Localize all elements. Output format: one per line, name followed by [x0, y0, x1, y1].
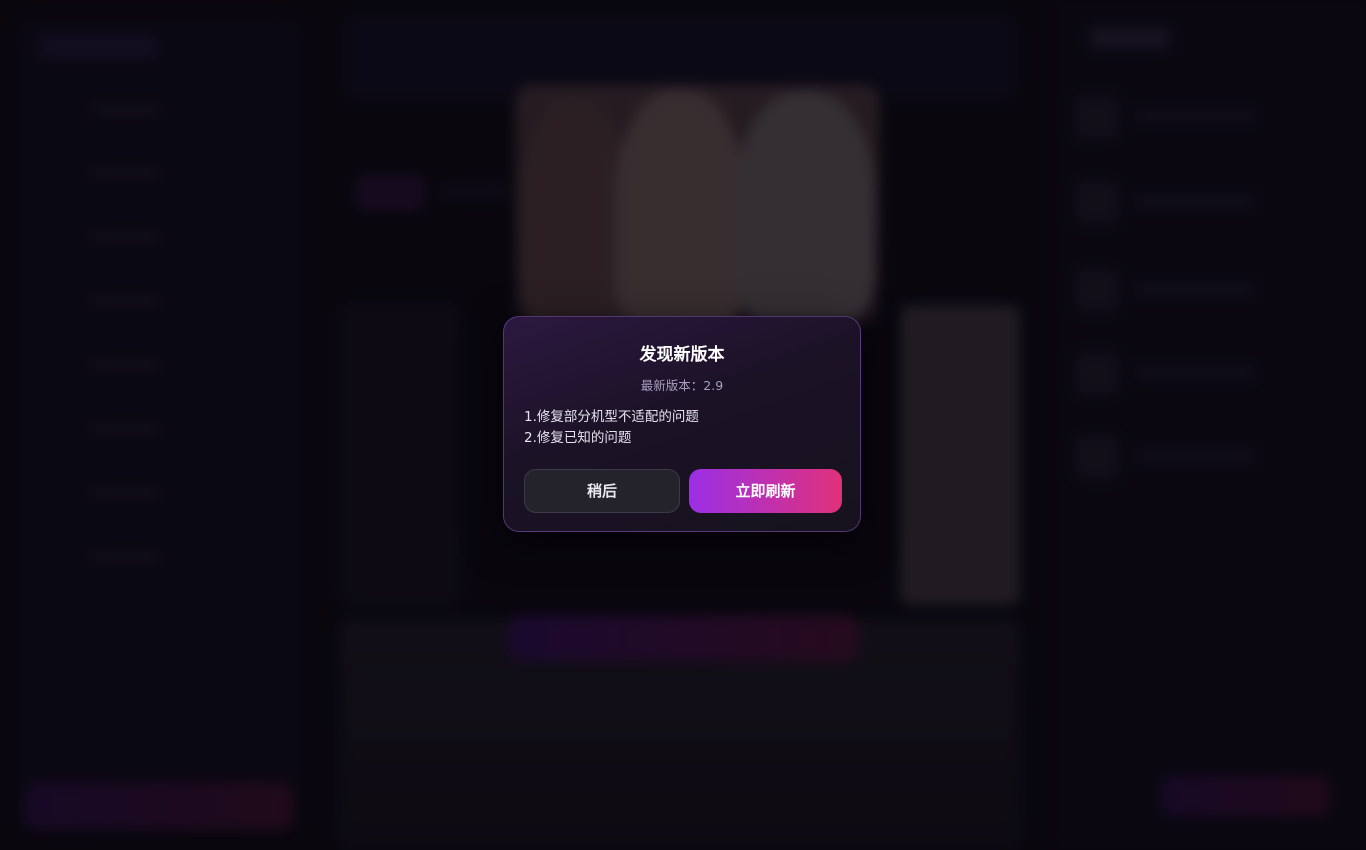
dialog-title: 发现新版本 — [639, 345, 725, 365]
later-button[interactable]: 稍后 — [524, 469, 680, 513]
release-note: 1.修复部分机型不适配的问题 — [524, 409, 699, 425]
release-note: 2.修复已知的问题 — [524, 430, 632, 446]
dialog-version: 最新版本：2.9 — [640, 378, 724, 393]
refresh-now-button[interactable]: 立即刷新 — [689, 469, 842, 513]
release-notes: 1.修复部分机型不适配的问题 2.修复已知的问题 — [524, 407, 699, 449]
update-dialog: 发现新版本 最新版本：2.9 1.修复部分机型不适配的问题 2.修复已知的问题 … — [503, 316, 861, 532]
